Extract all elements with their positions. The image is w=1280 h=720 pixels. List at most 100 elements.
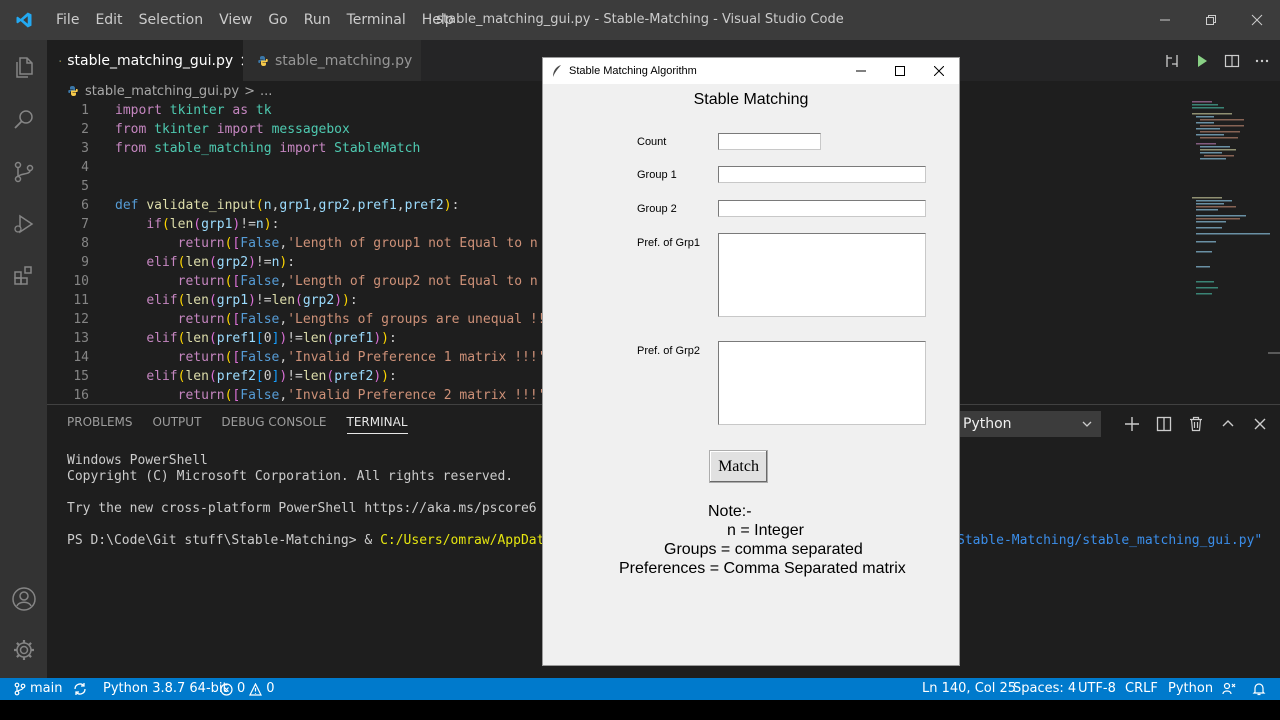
chevron-up-icon[interactable] [1220,416,1236,432]
line-number: 12 [73,312,89,327]
tk-close-button[interactable] [919,58,959,84]
new-terminal-icon[interactable] [1124,416,1140,432]
line-number: 11 [73,293,89,308]
menu-go[interactable]: Go [260,0,295,40]
pref1-textarea[interactable] [718,233,926,317]
branch-status[interactable]: main [14,678,62,700]
tab-stable-matching-gui[interactable]: stable_matching_gui.py [47,40,243,81]
terminal-select[interactable]: Python [957,411,1101,437]
line-number: 8 [81,236,89,251]
menu-run[interactable]: Run [296,0,339,40]
menu-view[interactable]: View [211,0,260,40]
minimize-icon [1160,19,1170,21]
end-of-line[interactable]: CRLF [1125,678,1158,700]
minimize-button[interactable] [1142,0,1188,40]
feedback-button[interactable] [1222,678,1236,700]
note-title: Note:- [708,503,752,520]
terminal-select-value: Python [963,416,1012,432]
run-python-file-icon[interactable] [1194,53,1210,69]
source-control-icon[interactable] [0,148,47,196]
close-icon [934,66,944,76]
editor-actions [1164,40,1270,81]
terminal-command-end: Stable-Matching/stable_matching_gui.py" [957,533,1263,548]
terminal-line: Try the new cross-platform PowerShell ht… [67,501,537,516]
more-actions-icon[interactable] [1254,53,1270,69]
menu-bar: File Edit Selection View Go Run Terminal… [48,0,462,40]
split-editor-icon[interactable] [1224,53,1240,69]
group1-input[interactable] [718,166,926,183]
pref1-label: Pref. of Grp1 [637,237,700,249]
error-icon [220,682,233,696]
minimap[interactable] [1190,101,1270,301]
tk-window-title: Stable Matching Algorithm [569,65,697,77]
restore-button[interactable] [1188,0,1234,40]
language-mode[interactable]: Python [1168,678,1213,700]
breadcrumb: stable_matching_gui.py > ... [47,81,272,101]
error-count: 0 [237,681,246,696]
encoding[interactable]: UTF-8 [1078,678,1116,700]
warning-icon [249,682,263,696]
settings-gear-icon[interactable] [0,626,47,674]
note-line: Groups = comma separated [664,541,863,558]
line-number: 1 [81,103,89,118]
bell-icon [1252,683,1266,696]
close-panel-icon[interactable] [1252,416,1268,432]
python-file-icon [59,59,61,62]
tab-output[interactable]: OUTPUT [153,415,202,434]
python-file-icon [258,55,268,66]
window-controls [1142,0,1280,40]
tab-terminal[interactable]: TERMINAL [346,415,408,434]
group1-label: Group 1 [637,169,677,181]
tk-feather-icon [553,65,561,77]
menu-file[interactable]: File [48,0,87,40]
menu-terminal[interactable]: Terminal [339,0,414,40]
note-line: Preferences = Comma Separated matrix [619,560,906,577]
search-icon[interactable] [0,96,47,144]
extensions-icon[interactable] [0,252,47,300]
menu-selection[interactable]: Selection [131,0,212,40]
terminal-line: Windows PowerShell [67,453,208,468]
vscode-logo-icon [0,0,48,40]
breadcrumb-rest[interactable]: ... [260,84,272,99]
activity-bar [0,40,47,678]
line-number: 6 [81,198,89,213]
explorer-icon[interactable] [0,44,47,92]
run-debug-icon[interactable] [0,200,47,248]
tab-label: stable_matching_gui.py [67,52,234,69]
indentation[interactable]: Spaces: 4 [1013,678,1076,700]
minimize-icon [856,70,866,72]
notifications-button[interactable] [1252,678,1266,700]
close-window-button[interactable] [1234,0,1280,40]
scrollbar-thumb[interactable] [1268,352,1280,354]
tk-title-bar[interactable]: Stable Matching Algorithm [543,58,959,84]
line-number: 4 [81,160,89,175]
terminal-prompt-line: PS D:\Code\Git stuff\Stable-Matching> & … [67,533,576,549]
count-input[interactable] [718,133,821,150]
match-button[interactable]: Match [709,450,768,483]
tk-maximize-button[interactable] [880,58,920,84]
menu-edit[interactable]: Edit [87,0,130,40]
compare-changes-icon[interactable] [1164,53,1180,69]
cursor-position[interactable]: Ln 140, Col 25 [922,678,1016,700]
split-terminal-icon[interactable] [1156,416,1172,432]
sync-button[interactable] [73,678,87,700]
menu-help[interactable]: Help [414,0,462,40]
account-icon[interactable] [0,575,47,623]
trash-icon[interactable] [1188,416,1204,432]
note-line: n = Integer [727,522,804,539]
group2-input[interactable] [718,200,926,217]
maximize-icon [895,66,905,76]
tab-stable-matching[interactable]: stable_matching.py [243,40,421,81]
tab-label: stable_matching.py [275,52,413,69]
tk-window: Stable Matching Algorithm Stable Matchin… [542,57,960,666]
python-interpreter[interactable]: Python 3.8.7 64-bit [103,678,228,700]
feedback-icon [1222,682,1236,695]
tab-debug-console[interactable]: DEBUG CONSOLE [221,415,326,434]
group2-label: Group 2 [637,203,677,215]
problems-status[interactable]: 0 0 [220,678,275,700]
line-number: 16 [73,388,89,403]
pref2-textarea[interactable] [718,341,926,425]
tk-minimize-button[interactable] [841,58,881,84]
breadcrumb-file[interactable]: stable_matching_gui.py [85,84,239,99]
tab-problems[interactable]: PROBLEMS [67,415,133,434]
